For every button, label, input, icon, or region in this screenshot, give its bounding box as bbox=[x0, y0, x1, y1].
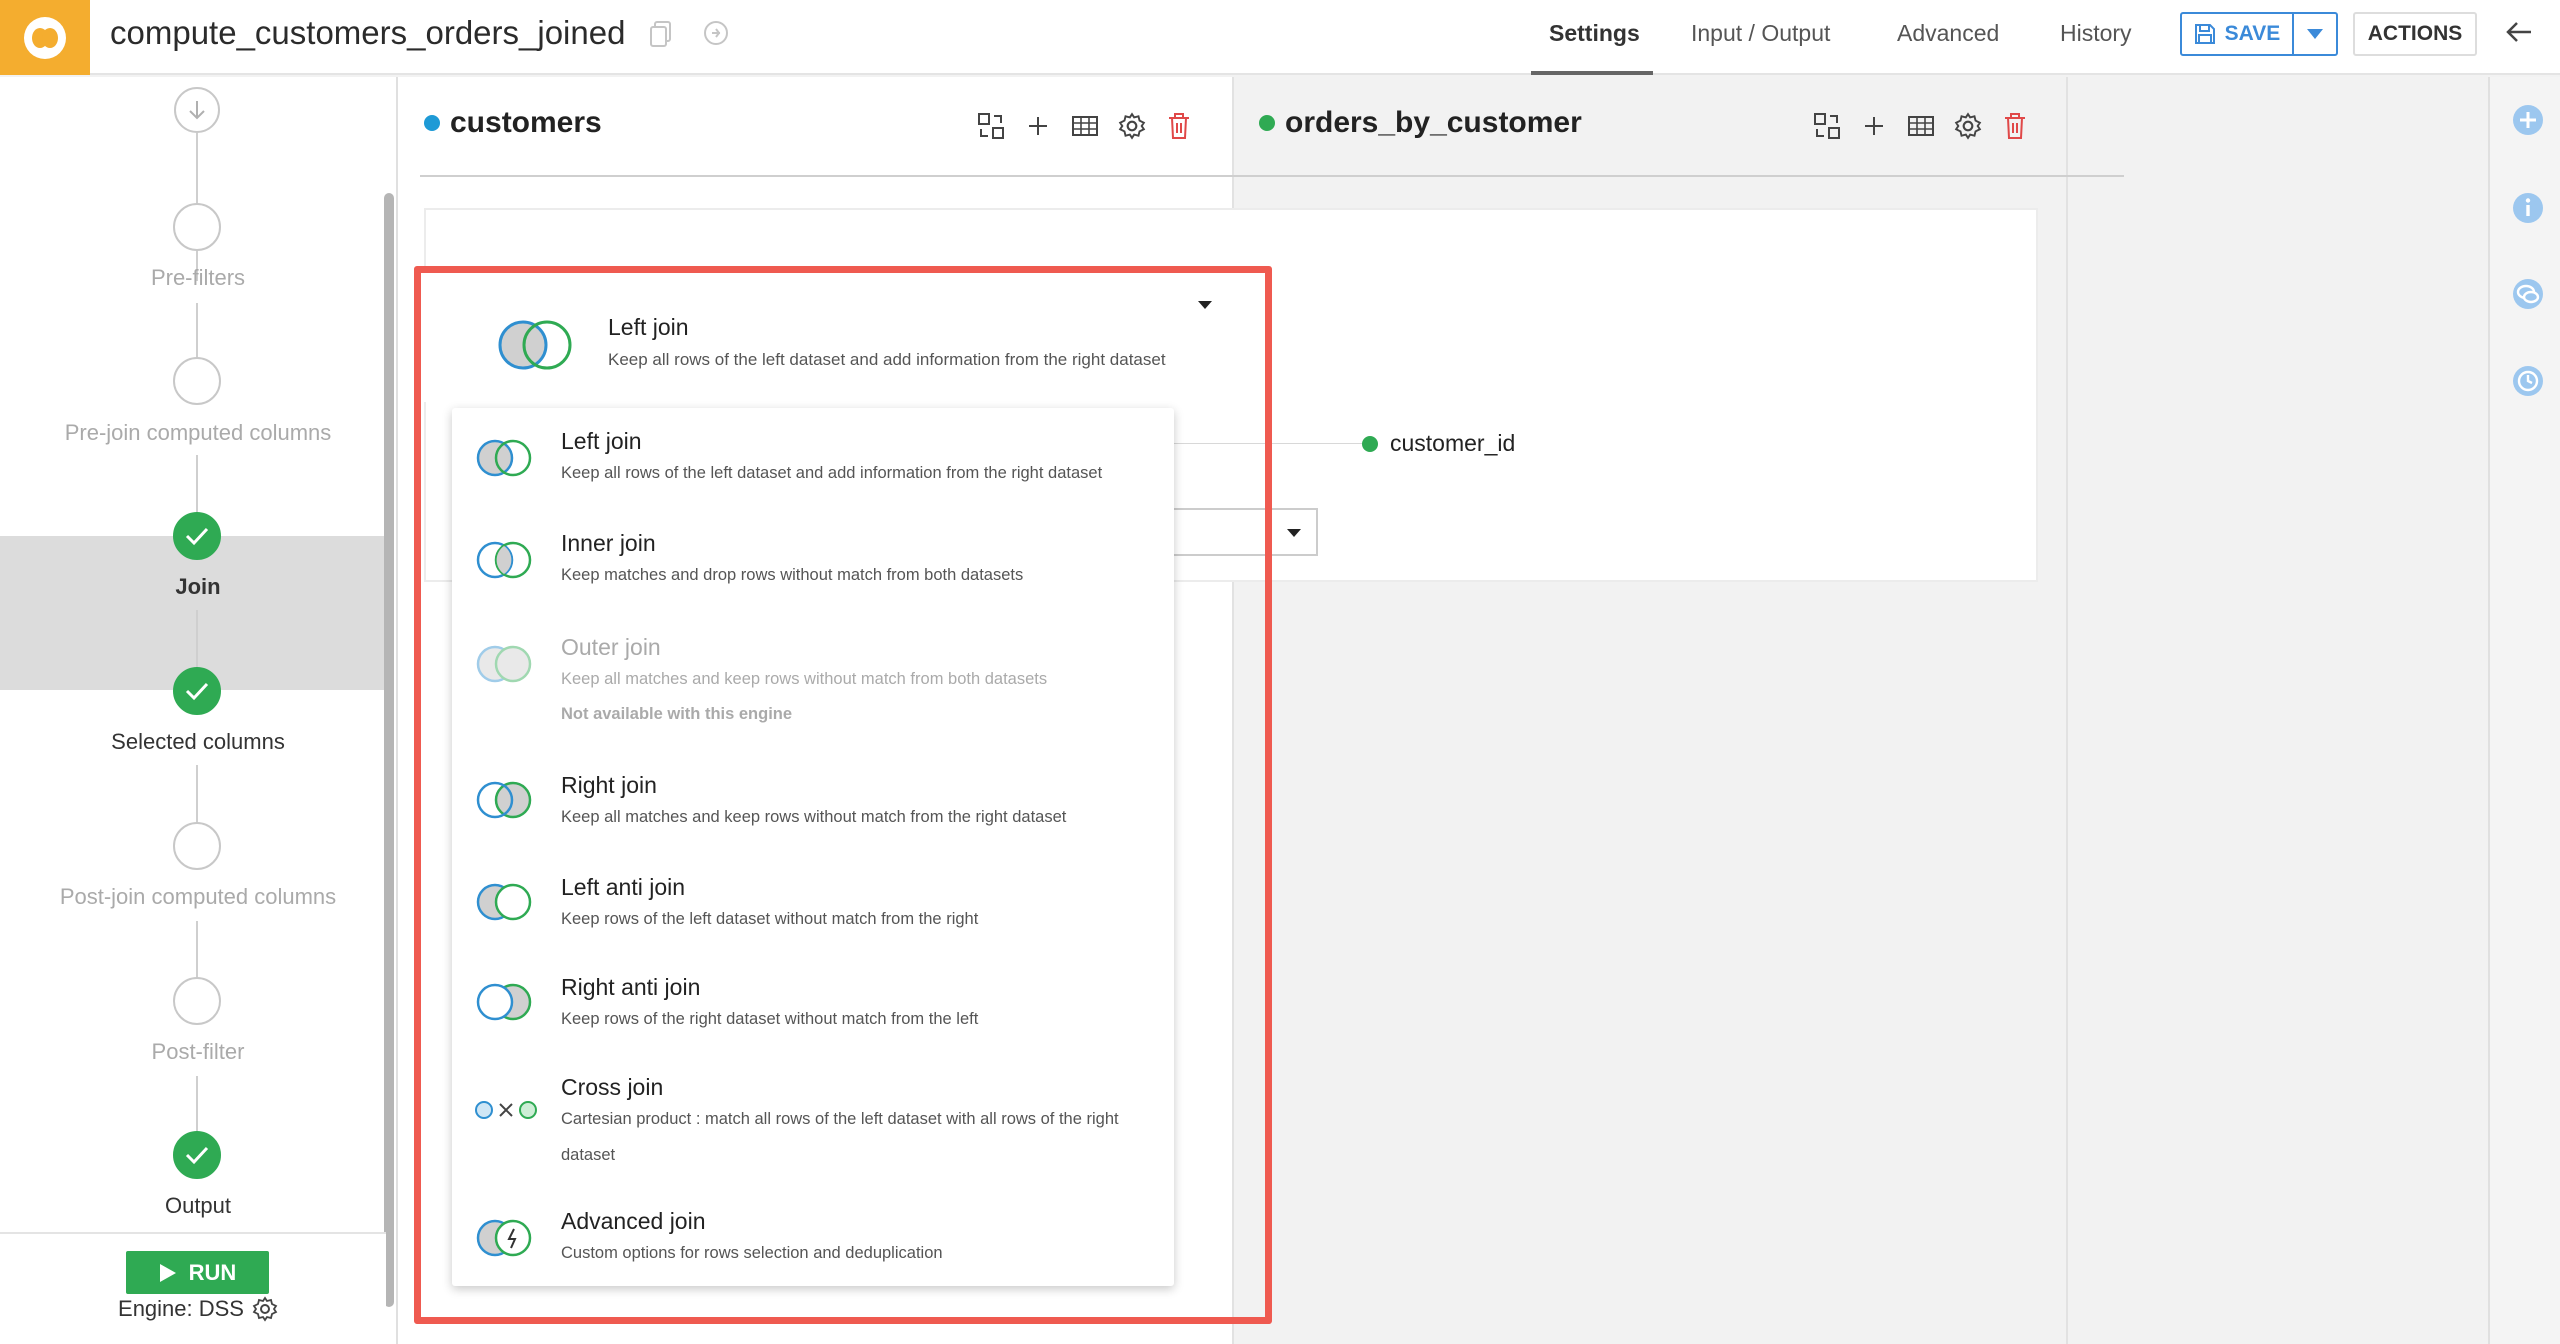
step-circle-output[interactable] bbox=[173, 1131, 221, 1179]
engine-selector[interactable]: Engine: DSS bbox=[0, 1296, 396, 1322]
settings-icon[interactable] bbox=[1952, 110, 1984, 142]
save-label: SAVE bbox=[2224, 22, 2281, 45]
step-pre-join-computed-columns[interactable]: Pre-join computed columns bbox=[0, 420, 396, 446]
recipe-join-icon bbox=[24, 16, 66, 59]
save-button[interactable]: SAVE bbox=[2180, 12, 2294, 56]
add-icon[interactable] bbox=[1022, 110, 1054, 142]
timeline-clock-icon[interactable] bbox=[2511, 364, 2545, 398]
step-circle-pre-join-computed[interactable] bbox=[173, 357, 221, 405]
add-icon[interactable] bbox=[1858, 110, 1890, 142]
right-dataset-name: orders_by_customer bbox=[1285, 106, 1582, 139]
info-circle-icon[interactable] bbox=[703, 20, 729, 50]
caret-down-icon bbox=[1287, 529, 1301, 537]
add-circle-icon[interactable] bbox=[2511, 103, 2545, 137]
right-join-key[interactable]: customer_id bbox=[1362, 430, 1515, 457]
top-bar: compute_customers_orders_joined Settings… bbox=[0, 0, 2560, 75]
trash-icon[interactable] bbox=[1163, 110, 1195, 142]
info-icon[interactable] bbox=[2511, 191, 2545, 225]
collapse-arrow-icon[interactable] bbox=[2505, 18, 2533, 52]
tab-input-output[interactable]: Input / Output bbox=[1691, 20, 1830, 47]
step-circle-pre-filters[interactable] bbox=[173, 203, 221, 251]
right-rail bbox=[2488, 77, 2560, 1344]
trash-icon[interactable] bbox=[1999, 110, 2031, 142]
engine-label: Engine: DSS bbox=[118, 1296, 244, 1321]
settings-icon[interactable] bbox=[1116, 110, 1148, 142]
table-icon[interactable] bbox=[1905, 110, 1937, 142]
left-dataset-dot bbox=[424, 115, 440, 131]
step-circle-post-join-computed[interactable] bbox=[173, 822, 221, 870]
left-dataset-title[interactable]: customers bbox=[424, 106, 602, 140]
tab-history[interactable]: History bbox=[2060, 20, 2132, 47]
play-icon bbox=[159, 1263, 176, 1282]
annotation-highlight-box bbox=[414, 266, 1272, 1324]
save-icon bbox=[2194, 24, 2215, 44]
tab-advanced[interactable]: Advanced bbox=[1897, 20, 1999, 47]
run-area: RUN Engine: DSS bbox=[0, 1232, 386, 1344]
recipe-title[interactable]: compute_customers_orders_joined bbox=[110, 14, 625, 52]
step-selected-columns[interactable]: Selected columns bbox=[0, 729, 396, 755]
step-post-filter[interactable]: Post-filter bbox=[0, 1039, 396, 1065]
right-dataset-title[interactable]: orders_by_customer bbox=[1259, 106, 1582, 140]
caret-down-icon bbox=[2307, 29, 2323, 39]
step-join[interactable]: Join bbox=[0, 574, 396, 600]
discussions-icon[interactable] bbox=[2511, 277, 2545, 311]
step-circle-post-filter[interactable] bbox=[173, 977, 221, 1025]
step-post-join-computed-columns[interactable]: Post-join computed columns bbox=[0, 884, 396, 910]
swap-dataset-icon[interactable] bbox=[975, 110, 1007, 142]
step-output[interactable]: Output bbox=[0, 1193, 396, 1219]
actions-button[interactable]: ACTIONS bbox=[2353, 12, 2477, 56]
step-circle-join[interactable] bbox=[173, 512, 221, 560]
run-label: RUN bbox=[188, 1259, 237, 1285]
run-button[interactable]: RUN bbox=[126, 1251, 269, 1294]
table-icon[interactable] bbox=[1069, 110, 1101, 142]
check-icon bbox=[185, 682, 209, 701]
right-key-name: customer_id bbox=[1390, 430, 1516, 456]
sidebar-scrollbar[interactable] bbox=[384, 193, 394, 1307]
panel-edge bbox=[2066, 77, 2068, 1344]
dataiku-logo[interactable] bbox=[0, 0, 90, 75]
save-options-button[interactable] bbox=[2292, 12, 2338, 56]
scroll-up-step-icon[interactable] bbox=[174, 87, 220, 133]
right-dataset-dot bbox=[1259, 115, 1275, 131]
step-pre-filters[interactable]: Pre-filters bbox=[0, 265, 396, 291]
check-icon bbox=[185, 527, 209, 546]
right-key-dot bbox=[1362, 435, 1378, 452]
step-circle-selected-columns[interactable] bbox=[173, 667, 221, 715]
copy-icon[interactable] bbox=[648, 20, 674, 50]
left-dataset-name: customers bbox=[450, 106, 602, 139]
check-icon bbox=[185, 1146, 209, 1165]
dataset-header-rule bbox=[420, 175, 2124, 177]
recipe-steps-sidebar: Pre-filters Pre-join computed columns Jo… bbox=[0, 77, 396, 1344]
swap-dataset-icon[interactable] bbox=[1811, 110, 1843, 142]
gear-icon[interactable] bbox=[252, 1296, 278, 1322]
active-tab-indicator bbox=[1531, 71, 1653, 75]
tab-settings[interactable]: Settings bbox=[1549, 20, 1640, 47]
